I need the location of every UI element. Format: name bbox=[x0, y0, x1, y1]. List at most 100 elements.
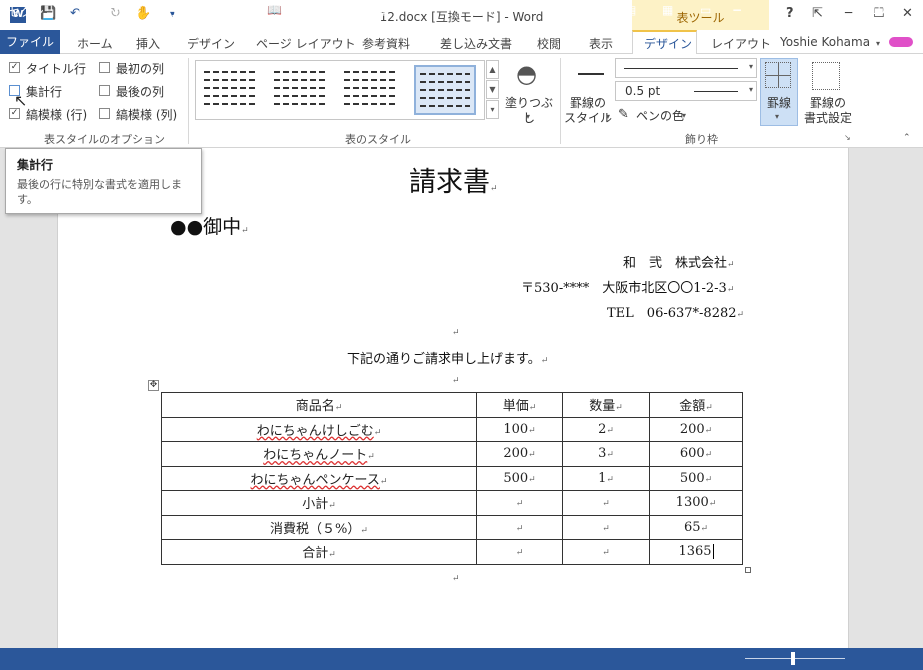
table-cell[interactable]: 1365 bbox=[649, 539, 743, 565]
macro-record-icon[interactable]: ▦ bbox=[375, 3, 386, 17]
table-cell[interactable]: ↵ bbox=[476, 539, 563, 565]
table-cell[interactable]: わにちゃんノート↵ bbox=[161, 441, 477, 467]
table-style-plain-1[interactable] bbox=[200, 65, 262, 115]
company-tel: TEL 06-637*-8282↵ bbox=[607, 306, 745, 321]
table-cell[interactable]: 合計↵ bbox=[161, 539, 477, 565]
first-column-checkbox[interactable] bbox=[99, 62, 110, 73]
paragraph-mark: ↵ bbox=[452, 376, 460, 386]
table-cell[interactable]: 2↵ bbox=[562, 416, 650, 442]
header-cell[interactable]: 数量↵ bbox=[562, 392, 650, 418]
pen-color-button[interactable]: ペンの色 bbox=[636, 107, 684, 124]
print-layout-icon[interactable]: ▦ bbox=[662, 3, 673, 17]
shading-button[interactable]: 塗りつぶし bbox=[503, 96, 555, 126]
ribbon-display-options-icon[interactable]: ⇱ bbox=[812, 6, 823, 21]
user-account[interactable]: Yoshie Kohama bbox=[780, 35, 870, 49]
tab-page-layout[interactable]: ページ レイアウト bbox=[256, 35, 356, 52]
web-layout-icon[interactable]: ▭ bbox=[700, 3, 711, 17]
gallery-scroll-up-icon[interactable]: ▲ bbox=[486, 60, 499, 79]
table-cell[interactable]: 3↵ bbox=[562, 441, 650, 467]
zoom-in-button[interactable]: + bbox=[848, 3, 858, 17]
table-cell[interactable]: 500↵ bbox=[649, 465, 743, 491]
status-language[interactable]: 英語 (米国) bbox=[298, 3, 359, 20]
pen-icon[interactable]: ✎ bbox=[618, 107, 629, 122]
tab-view[interactable]: 表示 bbox=[589, 35, 613, 52]
status-line[interactable]: 行: 15 bbox=[151, 3, 186, 20]
table-cell[interactable]: ↵ bbox=[476, 490, 563, 516]
tab-design[interactable]: デザイン bbox=[187, 35, 235, 52]
table-resize-handle-icon[interactable] bbox=[745, 567, 751, 573]
tab-references[interactable]: 参考資料 bbox=[362, 35, 410, 52]
table-cell[interactable]: 1300↵ bbox=[649, 490, 743, 516]
borders-grid-icon bbox=[765, 62, 791, 88]
table-cell[interactable]: 消費税（５%）↵ bbox=[161, 514, 477, 540]
invoice-table[interactable]: 商品名↵ 単価↵ 数量↵ 金額↵ わにちゃんけしごむ↵ 100↵ 2↵ 200↵… bbox=[161, 392, 743, 565]
collapse-ribbon-icon[interactable]: ⌃ bbox=[903, 133, 911, 143]
status-page[interactable]: 1/1 ページ bbox=[83, 3, 142, 20]
user-dropdown-icon[interactable]: ▾ bbox=[876, 39, 880, 48]
table-cell[interactable]: 200↵ bbox=[649, 416, 743, 442]
tab-mailings[interactable]: 差し込み文書 bbox=[440, 35, 512, 52]
table-move-handle-icon[interactable]: ✥ bbox=[148, 380, 159, 391]
table-style-plain-2[interactable] bbox=[270, 65, 332, 115]
zoom-level[interactable]: 100% bbox=[870, 3, 904, 17]
last-column-checkbox[interactable] bbox=[99, 85, 110, 96]
header-row-checkbox[interactable]: ✓ bbox=[9, 62, 20, 73]
tab-insert[interactable]: 挿入 bbox=[136, 35, 160, 52]
zoom-slider-track[interactable] bbox=[745, 658, 845, 659]
table-cell[interactable]: 600↵ bbox=[649, 441, 743, 467]
gallery-more-icon[interactable]: ▾ bbox=[486, 100, 499, 119]
tab-file[interactable]: ファイル bbox=[0, 30, 60, 54]
table-cell[interactable]: ↵ bbox=[562, 514, 650, 540]
pen-color-dropdown-icon[interactable]: ▾ bbox=[682, 111, 686, 120]
tooltip-description: 最後の行に特別な書式を適用します。 bbox=[17, 178, 182, 206]
recipient: ●●御中↵ bbox=[170, 216, 249, 238]
table-style-grid-selected[interactable] bbox=[414, 65, 476, 115]
border-styles-dropdown-icon[interactable]: ▾ bbox=[606, 112, 610, 121]
header-cell[interactable]: 単価↵ bbox=[476, 392, 563, 418]
table-cell[interactable]: ↵ bbox=[562, 490, 650, 516]
border-styles-button[interactable]: 罫線の スタイル bbox=[562, 96, 614, 126]
table-cell[interactable]: ↵ bbox=[562, 539, 650, 565]
border-painter-icon[interactable] bbox=[812, 62, 840, 90]
table-row: 合計↵ ↵ ↵ 1365 bbox=[161, 539, 743, 565]
proofing-icon[interactable]: 📖 bbox=[267, 3, 282, 17]
gallery-scroll-down-icon[interactable]: ▼ bbox=[486, 80, 499, 99]
zoom-slider-thumb[interactable] bbox=[791, 652, 795, 665]
table-cell[interactable]: 小計↵ bbox=[161, 490, 477, 516]
table-cell[interactable]: 200↵ bbox=[476, 441, 563, 467]
tab-table-layout[interactable]: レイアウト bbox=[711, 35, 771, 52]
help-button[interactable]: ? bbox=[786, 6, 794, 21]
total-row-label: 集計行 bbox=[26, 85, 63, 99]
header-cell[interactable]: 商品名↵ bbox=[161, 392, 477, 418]
border-painter-button[interactable]: 罫線の 書式設定 bbox=[800, 96, 856, 126]
status-section[interactable]: セクション: 1 bbox=[8, 3, 84, 20]
line-weight-dropdown[interactable]: 0.5 pt ▾ bbox=[615, 81, 757, 101]
table-style-plain-3[interactable] bbox=[340, 65, 402, 115]
read-mode-icon[interactable]: ▤ bbox=[625, 3, 636, 17]
line-style-dropdown[interactable]: ▾ bbox=[615, 58, 757, 78]
table-styles-group-label: 表のスタイル bbox=[345, 133, 411, 146]
tab-home[interactable]: ホーム bbox=[77, 35, 113, 52]
zoom-out-button[interactable]: − bbox=[732, 3, 742, 17]
table-cell[interactable]: わにちゃんペンケース↵ bbox=[161, 465, 477, 491]
table-row: わにちゃんペンケース↵ 500↵ 1↵ 500↵ bbox=[161, 465, 743, 491]
table-cell[interactable]: 65↵ bbox=[649, 514, 743, 540]
shading-dropdown-icon[interactable]: ▾ bbox=[526, 112, 530, 121]
company-address: 〒530-**** 大阪市北区〇〇1-2-3↵ bbox=[521, 281, 735, 296]
borders-dialog-launcher-icon[interactable]: ↘ bbox=[844, 133, 851, 142]
border-styles-icon[interactable] bbox=[578, 73, 604, 75]
banded-columns-checkbox[interactable] bbox=[99, 108, 110, 119]
table-cell[interactable]: 100↵ bbox=[476, 416, 563, 442]
tab-table-design[interactable]: デザイン bbox=[644, 35, 692, 52]
table-cell[interactable]: わにちゃんけしごむ↵ bbox=[161, 416, 477, 442]
borders-dropdown-icon[interactable]: ▾ bbox=[775, 112, 779, 121]
borders-label: 罫線 bbox=[766, 96, 791, 110]
last-column-label: 最後の列 bbox=[116, 85, 165, 99]
paint-bucket-icon[interactable]: ◓ bbox=[516, 60, 537, 88]
status-word-count[interactable]: 99 文字 bbox=[206, 3, 249, 20]
table-cell[interactable]: 500↵ bbox=[476, 465, 563, 491]
table-cell[interactable]: ↵ bbox=[476, 514, 563, 540]
header-cell[interactable]: 金額↵ bbox=[649, 392, 743, 418]
tab-review[interactable]: 校閲 bbox=[537, 35, 561, 52]
table-cell[interactable]: 1↵ bbox=[562, 465, 650, 491]
